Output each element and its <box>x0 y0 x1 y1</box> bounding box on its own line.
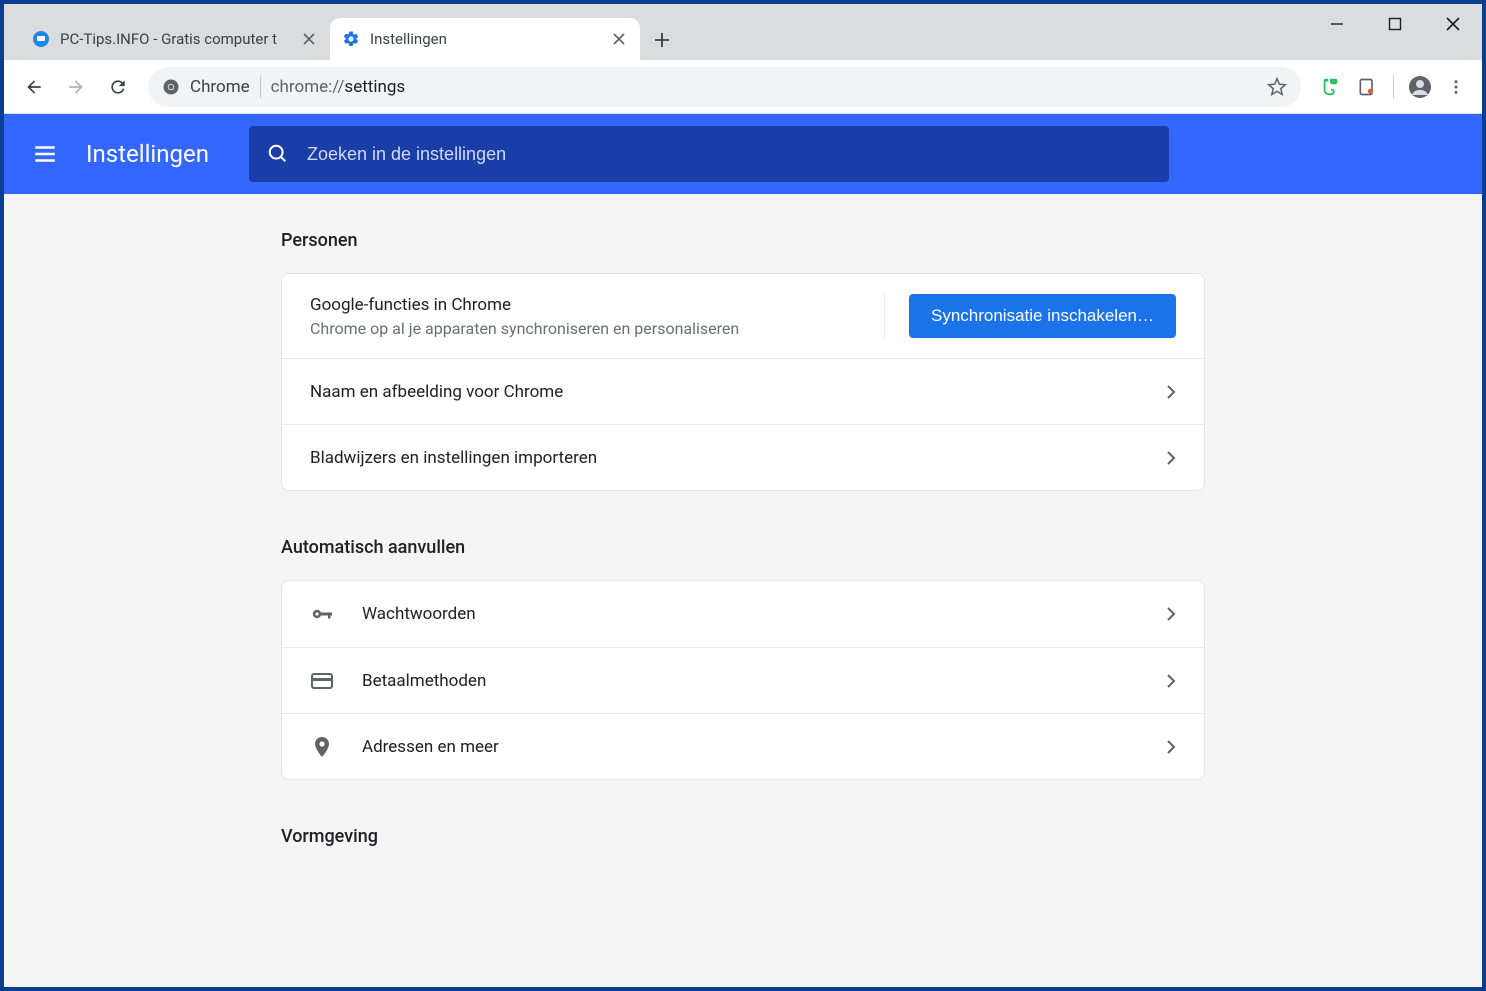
google-features-row: Google-functies in Chrome Chrome op al j… <box>282 274 1204 358</box>
tab-title: Instellingen <box>370 30 610 48</box>
chevron-right-icon <box>1166 385 1176 399</box>
google-features-title: Google-functies in Chrome <box>310 295 860 315</box>
credit-card-icon <box>310 669 362 693</box>
location-pin-icon <box>310 735 362 759</box>
row-payment-methods[interactable]: Betaalmethoden <box>282 647 1204 713</box>
back-button[interactable] <box>14 67 54 107</box>
divider <box>260 76 261 98</box>
row-label: Bladwijzers en instellingen importeren <box>310 448 1166 468</box>
chrome-icon <box>162 78 180 96</box>
extension-icons <box>1315 71 1472 103</box>
evernote-extension-icon[interactable] <box>1315 71 1347 103</box>
tab-pctips[interactable]: PC-Tips.INFO - Gratis computer t <box>20 18 330 60</box>
gear-icon <box>342 30 360 48</box>
forward-button[interactable] <box>56 67 96 107</box>
card-autofill: Wachtwoorden Betaalmethoden Adressen en … <box>281 580 1205 780</box>
row-import-bookmarks[interactable]: Bladwijzers en instellingen importeren <box>282 424 1204 490</box>
pctips-favicon-icon <box>32 30 50 48</box>
key-icon <box>310 602 362 626</box>
close-icon[interactable] <box>300 30 318 48</box>
chevron-right-icon <box>1166 674 1176 688</box>
settings-search-bar[interactable] <box>249 126 1169 182</box>
tab-settings[interactable]: Instellingen <box>330 18 640 60</box>
maximize-button[interactable] <box>1366 4 1424 44</box>
settings-search-input[interactable] <box>307 144 1151 165</box>
row-label: Adressen en meer <box>362 737 1166 757</box>
enable-sync-button[interactable]: Synchronisatie inschakelen… <box>909 294 1176 338</box>
minimize-button[interactable] <box>1308 4 1366 44</box>
section-title-autofill: Automatisch aanvullen <box>281 537 1205 558</box>
chevron-right-icon <box>1166 607 1176 621</box>
omnibox-url: chrome://settings <box>271 77 406 97</box>
chevron-right-icon <box>1166 451 1176 465</box>
row-label: Naam en afbeelding voor Chrome <box>310 382 1166 402</box>
content-scroll[interactable]: Personen Google-functies in Chrome Chrom… <box>4 194 1482 987</box>
new-tab-button[interactable] <box>646 24 678 56</box>
chevron-right-icon <box>1166 740 1176 754</box>
search-icon <box>267 143 289 165</box>
settings-content: Personen Google-functies in Chrome Chrom… <box>281 194 1205 909</box>
omnibox[interactable]: Chrome chrome://settings <box>148 67 1301 107</box>
section-title-appearance: Vormgeving <box>281 826 1205 847</box>
page-title: Instellingen <box>86 140 209 168</box>
row-passwords[interactable]: Wachtwoorden <box>282 581 1204 647</box>
settings-header: Instellingen <box>4 114 1482 194</box>
close-window-button[interactable] <box>1424 4 1482 44</box>
profile-avatar-icon[interactable] <box>1404 71 1436 103</box>
divider <box>884 294 885 338</box>
card-personen: Google-functies in Chrome Chrome op al j… <box>281 273 1205 491</box>
row-addresses[interactable]: Adressen en meer <box>282 713 1204 779</box>
google-features-sub: Chrome op al je apparaten synchroniseren… <box>310 319 860 338</box>
row-name-and-image[interactable]: Naam en afbeelding voor Chrome <box>282 358 1204 424</box>
tab-title: PC-Tips.INFO - Gratis computer t <box>60 30 300 48</box>
menu-dots-icon[interactable] <box>1440 71 1472 103</box>
section-title-personen: Personen <box>281 230 1205 251</box>
row-label: Wachtwoorden <box>362 604 1166 624</box>
reload-button[interactable] <box>98 67 138 107</box>
close-icon[interactable] <box>610 30 628 48</box>
bookmark-star-icon[interactable] <box>1267 77 1287 97</box>
extension-icon[interactable] <box>1351 71 1383 103</box>
tab-strip: PC-Tips.INFO - Gratis computer t Instell… <box>4 4 1482 60</box>
window-controls <box>1308 4 1482 44</box>
row-label: Betaalmethoden <box>362 671 1166 691</box>
hamburger-menu-icon[interactable] <box>32 141 60 167</box>
divider <box>1393 75 1394 99</box>
omnibox-label: Chrome <box>190 77 250 97</box>
browser-toolbar: Chrome chrome://settings <box>4 60 1482 114</box>
